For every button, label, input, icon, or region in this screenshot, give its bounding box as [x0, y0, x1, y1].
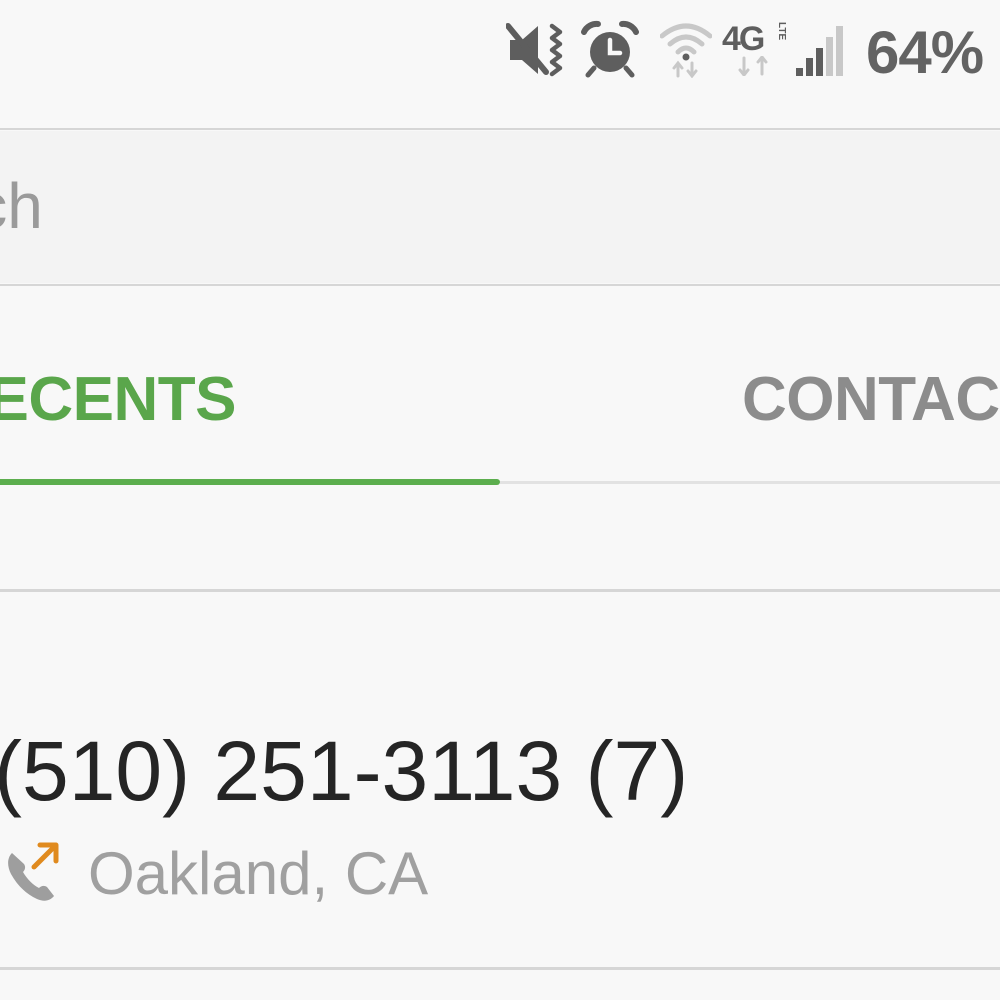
- tab-label: RECENTS: [0, 365, 236, 434]
- alarm-icon: [581, 20, 639, 78]
- tab-indicator-track: [500, 481, 1000, 484]
- divider: [0, 128, 1000, 130]
- divider: [0, 967, 1000, 970]
- network-sub-label: LTE: [776, 22, 787, 41]
- tab-bar: RECENTS CONTACTS: [0, 286, 1000, 486]
- divider: [0, 589, 1000, 592]
- network-label: 4G: [722, 20, 765, 58]
- signal-icon: [796, 26, 843, 76]
- tab-recents[interactable]: RECENTS: [0, 286, 500, 486]
- 4g-lte-icon: 4G LTE: [722, 20, 788, 80]
- phone-screen: 4G LTE 64% RECENTS CONTACTS: [0, 0, 1000, 1000]
- search-bar[interactable]: [0, 131, 1000, 283]
- status-bar: 4G LTE 64%: [0, 0, 1000, 108]
- wifi-icon: [660, 23, 712, 78]
- search-input[interactable]: [0, 161, 940, 251]
- call-details: Oakland, CA: [0, 833, 700, 913]
- tab-contacts[interactable]: CONTACTS: [500, 286, 1000, 486]
- call-number: (510) 251-3113 (7): [0, 724, 689, 818]
- call-location: Oakland, CA: [88, 840, 429, 907]
- tab-label: CONTACTS: [742, 365, 1000, 434]
- vibrate-mute-icon: [506, 23, 563, 77]
- call-log-item[interactable]: (510) 251-3113 (7) Oakland, CA: [0, 593, 1000, 967]
- outgoing-call-icon: [8, 842, 59, 901]
- battery-percent: 64%: [866, 19, 984, 86]
- active-tab-indicator: [0, 479, 500, 485]
